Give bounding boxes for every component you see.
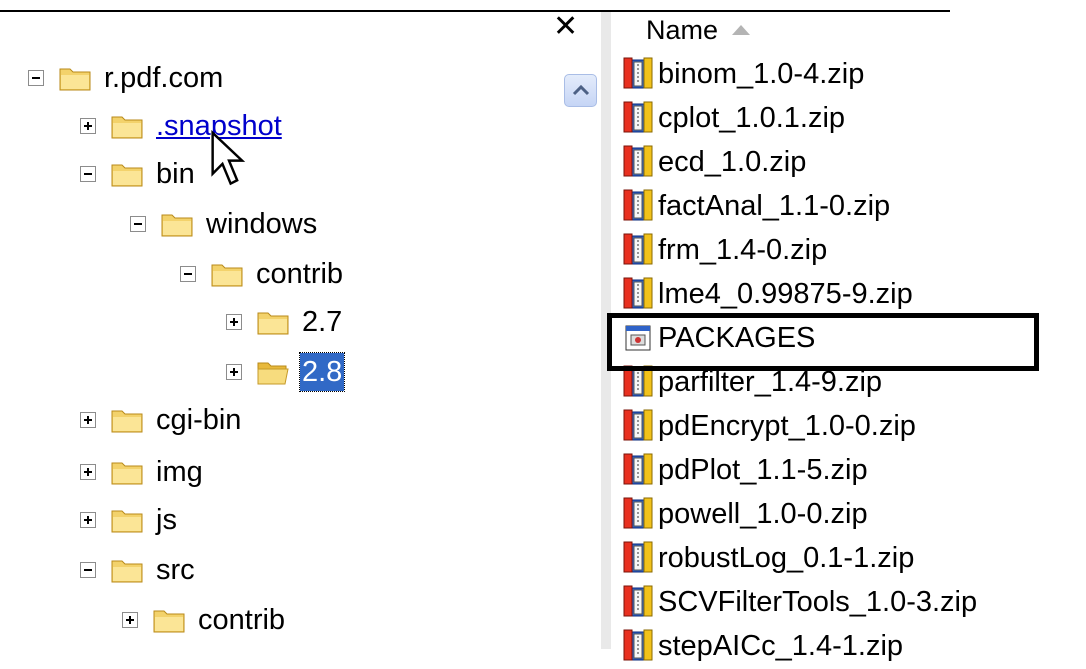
name-column-header[interactable]: Name [646, 12, 751, 48]
winzip-icon [622, 56, 654, 92]
tree-node[interactable]: 2.7 [226, 301, 344, 343]
tree-node[interactable]: r.pdf.com [28, 57, 225, 99]
collapse-icon[interactable] [80, 166, 96, 182]
winzip-icon [622, 540, 654, 576]
file-list-item[interactable]: SCVFilterTools_1.0-3.zip [622, 580, 977, 624]
tree-node[interactable]: cgi-bin [80, 399, 243, 441]
chevron-up-icon [572, 84, 590, 96]
file-name[interactable]: SCVFilterTools_1.0-3.zip [658, 586, 977, 619]
folder-icon [152, 605, 186, 635]
folder-icon [58, 63, 92, 93]
file-name[interactable]: ecd_1.0.zip [658, 146, 806, 179]
winzip-icon [622, 188, 654, 224]
file-list-item[interactable]: pdPlot_1.1-5.zip [622, 448, 868, 492]
file-list-item[interactable]: pdEncrypt_1.0-0.zip [622, 404, 916, 448]
file-list-item[interactable]: stepAICc_1.4-1.zip [622, 624, 903, 668]
tree-node[interactable]: 2.8 [226, 351, 346, 393]
open-folder-icon [256, 357, 290, 387]
file-name[interactable]: factAnal_1.1-0.zip [658, 190, 890, 223]
tree-node-label[interactable]: windows [204, 205, 319, 243]
tree-node-label[interactable]: contrib [196, 601, 287, 639]
winzip-icon [622, 628, 654, 664]
folder-icon [160, 209, 194, 239]
mouse-cursor-icon [211, 130, 246, 186]
tree-node-label[interactable]: r.pdf.com [102, 59, 225, 97]
tree-node-label[interactable]: cgi-bin [154, 401, 243, 439]
winzip-icon [622, 232, 654, 268]
tree-node[interactable]: contrib [180, 253, 345, 295]
tree-node-label[interactable]: contrib [254, 255, 345, 293]
file-name[interactable]: pdEncrypt_1.0-0.zip [658, 410, 916, 443]
winzip-icon [622, 496, 654, 532]
file-list-item[interactable]: binom_1.0-4.zip [622, 52, 864, 96]
winzip-icon [622, 452, 654, 488]
expand-icon[interactable] [226, 314, 242, 330]
collapse-icon[interactable] [130, 216, 146, 232]
folder-icon [110, 405, 144, 435]
winzip-icon [622, 276, 654, 312]
file-name[interactable]: frm_1.4-0.zip [658, 234, 827, 267]
folder-icon [110, 505, 144, 535]
folder-icon [256, 307, 290, 337]
expand-icon[interactable] [80, 464, 96, 480]
expand-icon[interactable] [80, 412, 96, 428]
file-list-item[interactable]: robustLog_0.1-1.zip [622, 536, 914, 580]
file-name[interactable]: cplot_1.0.1.zip [658, 102, 845, 135]
file-list-item[interactable]: factAnal_1.1-0.zip [622, 184, 890, 228]
close-pane-button[interactable]: ✕ [553, 12, 578, 42]
file-list-item[interactable]: powell_1.0-0.zip [622, 492, 868, 536]
file-list-item[interactable]: cplot_1.0.1.zip [622, 96, 845, 140]
winzip-icon [622, 408, 654, 444]
collapse-icon[interactable] [80, 562, 96, 578]
tree-node[interactable]: js [80, 499, 179, 541]
file-list-item[interactable]: ecd_1.0.zip [622, 140, 806, 184]
file-name[interactable]: lme4_0.99875-9.zip [658, 278, 913, 311]
file-name[interactable]: stepAICc_1.4-1.zip [658, 630, 903, 663]
packages-highlight-box [607, 313, 1039, 371]
file-name[interactable]: robustLog_0.1-1.zip [658, 542, 914, 575]
sort-ascending-icon [732, 25, 751, 35]
tree-node[interactable]: src [80, 549, 197, 591]
tree-node-label[interactable]: img [154, 453, 205, 491]
name-column-label: Name [646, 14, 719, 45]
tree-node-label[interactable]: src [154, 551, 197, 589]
folder-icon [110, 159, 144, 189]
file-list-item[interactable]: frm_1.4-0.zip [622, 228, 827, 272]
top-margin [0, 0, 1086, 10]
winzip-icon [622, 144, 654, 180]
tree-node[interactable]: contrib [122, 599, 287, 641]
tree-node[interactable]: windows [130, 203, 319, 245]
file-name[interactable]: pdPlot_1.1-5.zip [658, 454, 868, 487]
expand-icon[interactable] [122, 612, 138, 628]
folder-icon [110, 111, 144, 141]
tree-node-label[interactable]: 2.8 [298, 352, 346, 392]
expand-icon[interactable] [80, 118, 96, 134]
folder-icon [110, 457, 144, 487]
tree-node[interactable]: img [80, 451, 205, 493]
file-name[interactable]: powell_1.0-0.zip [658, 498, 868, 531]
folder-icon [210, 259, 244, 289]
file-list-item[interactable]: lme4_0.99875-9.zip [622, 272, 913, 316]
tree-scrollbar[interactable] [563, 60, 601, 649]
winzip-icon [622, 584, 654, 620]
tree-node[interactable]: .snapshot [80, 105, 284, 147]
expand-icon[interactable] [80, 512, 96, 528]
expand-icon[interactable] [226, 364, 242, 380]
scroll-up-button[interactable] [564, 74, 597, 107]
winzip-icon [622, 100, 654, 136]
collapse-icon[interactable] [28, 70, 44, 86]
tree-node[interactable]: bin [80, 153, 197, 195]
file-name[interactable]: binom_1.0-4.zip [658, 58, 864, 91]
folder-icon [110, 555, 144, 585]
tree-node-label[interactable]: 2.7 [300, 303, 344, 341]
tree-node-label[interactable]: bin [154, 155, 197, 193]
collapse-icon[interactable] [180, 266, 196, 282]
tree-node-label[interactable]: js [154, 501, 179, 539]
